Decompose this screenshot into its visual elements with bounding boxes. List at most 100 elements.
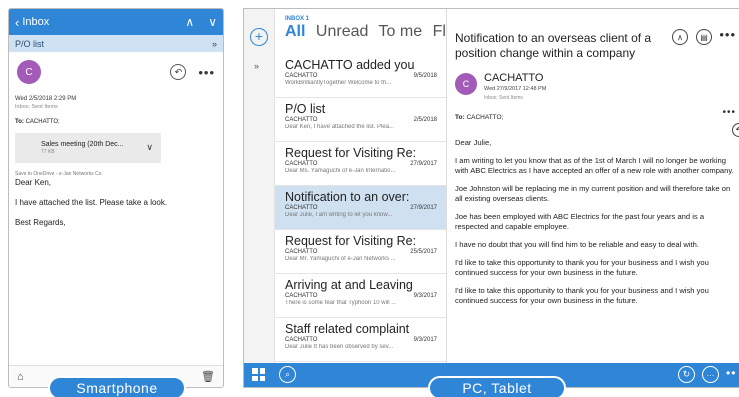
avatar: C (17, 60, 41, 84)
inbox-label: INBOX 1 (285, 16, 310, 22)
mail-subject: Notification to an over: (285, 190, 410, 204)
mail-preview: Dear Ken, I have attached the list. Plea… (285, 124, 395, 130)
mail-date: 9/5/2018 (413, 73, 437, 79)
mail-sender: CACHATTO (285, 117, 318, 123)
mail-date: 27/9/2017 (410, 161, 437, 167)
mail-list: INBOX 1 All Unread To me Flagge CACHATTO… (275, 9, 447, 365)
body-paragraph: I have attached the list. Please take a … (15, 198, 168, 207)
tab-all[interactable]: All (285, 23, 305, 40)
delete-icon[interactable]: ▤ (696, 29, 712, 45)
smartphone-mockup: ‹ Inbox ∧ ∨ P/O list » C ↶ ••• Wed 2/5/2… (8, 8, 224, 388)
collapse-up-icon[interactable]: ∧ (672, 29, 688, 45)
tab-unread[interactable]: Unread (316, 23, 368, 40)
body-paragraph: I'd like to take this opportunity to tha… (455, 286, 709, 305)
tablet-mockup: + » INBOX 1 All Unread To me Flagge CACH… (243, 8, 739, 388)
body-paragraph: Dear Ken, (15, 178, 52, 187)
list-item[interactable]: Arriving at and Leaving CACHATTO 9/3/2017 T… (275, 274, 446, 318)
more-icon[interactable]: ••• (719, 27, 736, 42)
folder-icon[interactable]: ⌂ (17, 371, 24, 383)
body-paragraph: I'd like to take this opportunity to tha… (455, 258, 709, 277)
more-icon[interactable]: •• (726, 366, 736, 380)
more-icon[interactable]: ••• (722, 107, 736, 118)
mail-date: Wed 2/5/2018 2:29 PM (15, 96, 77, 102)
phone-sender-row: C ↶ ••• (9, 52, 223, 90)
mail-date: 2/5/2018 (413, 117, 437, 123)
mail-sender: CACHATTO (285, 205, 318, 211)
mail-sender: CACHATTO (285, 337, 318, 343)
mail-subject: CACHATTO added you (285, 58, 415, 72)
smartphone-caption: Smartphone (48, 376, 186, 397)
mail-subject: Request for Visiting Re: (285, 234, 417, 248)
list-item[interactable]: Notification to an over: CACHATTO 27/9/201… (275, 186, 446, 230)
tab-to-me[interactable]: To me (379, 23, 423, 40)
to-label: To: (455, 114, 465, 121)
body-paragraph: I am writing to let you know that as of … (455, 156, 734, 175)
mail-preview: WorkBrilliantlyTogether Welcome to th... (285, 80, 392, 86)
attachment-card[interactable]: Sales meeting (20th Dec... 77 KB ∨ (15, 133, 161, 163)
app-switcher-icon[interactable] (252, 368, 265, 381)
filter-tabs: All Unread To me Flagge (275, 22, 446, 41)
back-label[interactable]: Inbox (22, 16, 49, 28)
more-icon[interactable]: ••• (198, 65, 215, 80)
mail-sender: CACHATTO (285, 249, 318, 255)
mail-subject: Arriving at and Leaving (285, 278, 413, 292)
sync-icon[interactable]: ↻ (678, 366, 695, 383)
reader-date: Wed 27/9/2017 12:48 PM (484, 86, 547, 92)
reply-icon[interactable]: ↶ (170, 64, 187, 80)
chevron-down-icon[interactable]: ∨ (208, 15, 217, 29)
phone-header: ‹ Inbox ∧ ∨ (9, 9, 223, 35)
mail-folder: Inbox; Sent Items (15, 104, 58, 110)
collapse-icon[interactable]: » (212, 39, 217, 49)
body-paragraph: Joe Johnston will be replacing me in my … (455, 184, 731, 203)
mail-sender: CACHATTO (285, 73, 318, 79)
reply-icon[interactable]: ↶ (732, 123, 739, 137)
more-circle-icon[interactable]: … (702, 366, 719, 383)
reading-pane: Notification to an overseas client of a … (447, 9, 739, 365)
attachment-size: 77 KB (41, 149, 55, 155)
chevron-up-icon[interactable]: ∧ (185, 15, 194, 29)
mail-subject: Request for Visiting Re: (285, 146, 417, 160)
reader-subject: Notification to an overseas client of a … (455, 31, 652, 60)
mail-preview: There is some fear that Typhoon 10 will … (285, 300, 397, 306)
mail-preview: Dear Mr. Yamaguchi of e-Jan Networks ... (285, 256, 396, 262)
recipient-line: To: CACHATTO; (9, 110, 223, 125)
to-value: CACHATTO; (466, 114, 504, 121)
list-item[interactable]: Request for Visiting Re: CACHATTO 27/9/201… (275, 142, 446, 186)
to-value: CACHATTO; (25, 119, 60, 125)
mail-sender: CACHATTO (285, 161, 318, 167)
reader-sender: CACHATTO (484, 72, 544, 84)
mail-preview: Dear Ms. Yamaguchi of e-Jan Internatio..… (285, 168, 396, 174)
expand-icon[interactable]: » (254, 61, 259, 71)
body-paragraph: Dear Julie, (455, 138, 492, 147)
phone-mail-title: P/O list (15, 38, 45, 49)
tab-flagged[interactable]: Flagge (433, 23, 446, 40)
body-paragraph: I have no doubt that you will find him t… (455, 240, 699, 249)
search-icon[interactable]: ⌕ (279, 366, 296, 383)
trash-icon[interactable]: 🗑 (201, 370, 215, 383)
list-item[interactable]: P/O list CACHATTO 2/5/2018 Dear Ken, I have… (275, 98, 446, 142)
nav-rail: + » (244, 9, 275, 365)
back-icon[interactable]: ‹ (15, 15, 19, 30)
to-label: To: (15, 119, 24, 125)
list-item[interactable]: Staff related complaint CACHATTO 9/3/2017 D… (275, 318, 446, 362)
chevron-down-icon[interactable]: ∨ (146, 142, 153, 153)
reader-folder: Inbox; Sent Items (484, 95, 523, 101)
body-paragraph: Joe has been employed with ABC Electrics… (455, 212, 705, 231)
mail-date: 25/5/2017 (410, 249, 437, 255)
mail-date: 9/3/2017 (413, 293, 437, 299)
mail-date: 9/3/2017 (413, 337, 437, 343)
recipient-line: To: CACHATTO; (455, 114, 503, 121)
list-item[interactable]: Request for Visiting Re: CACHATTO 25/5/201… (275, 230, 446, 274)
mail-preview: Dear Julie It has been observed by sev..… (285, 344, 394, 350)
mail-preview: Dear Julie, I am writing to let you know… (285, 212, 393, 218)
compose-icon[interactable]: + (250, 28, 268, 46)
mail-subject: Staff related complaint (285, 322, 410, 336)
attachment-name: Sales meeting (20th Dec... (41, 141, 124, 148)
save-to-onedrive-link[interactable]: Save to OneDrive - e-Jan Networks Co. (9, 163, 223, 177)
phone-subheader: P/O list » (9, 35, 223, 52)
mail-subject: P/O list (285, 102, 326, 116)
list-item[interactable]: CACHATTO added you CACHATTO 9/5/2018 WorkBr… (275, 54, 446, 98)
reader-body: Dear Julie, I am writing to let you know… (455, 138, 737, 314)
mail-date: 27/9/2017 (410, 205, 437, 211)
mail-body: Dear Ken, I have attached the list. Plea… (9, 177, 223, 228)
